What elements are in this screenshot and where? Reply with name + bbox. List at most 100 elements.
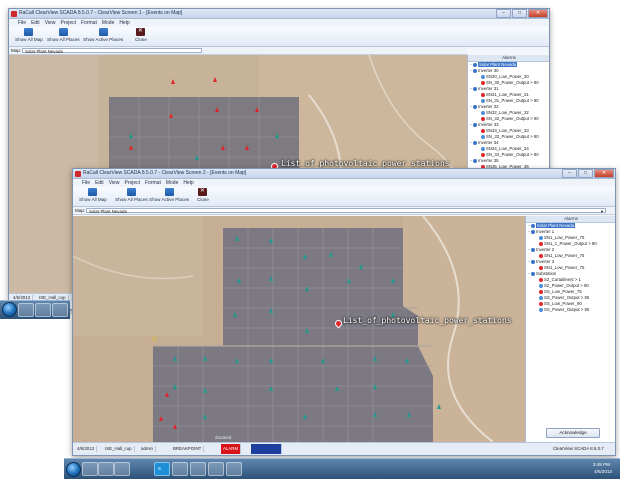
ok-marker[interactable] [269,276,273,281]
clock-time[interactable]: 3:45 PM [593,462,610,467]
menu-project[interactable]: Project [60,20,76,26]
status-alarm[interactable]: ALARM [221,444,242,454]
ok-marker[interactable] [437,404,441,409]
show-all-places-button[interactable]: Show All Places [115,188,148,202]
menu-format[interactable]: Format [145,180,161,186]
show-all-map-button[interactable]: Show All Map [15,28,43,42]
status-user2[interactable]: BREAKPOINT [171,446,205,452]
status-task[interactable]: ISE_Hall_cup [103,446,135,452]
ok-marker[interactable] [405,358,409,363]
ok-marker[interactable] [235,358,239,363]
show-active-places-button[interactable]: Show Active Places [83,28,123,42]
menu-file[interactable]: File [18,20,26,26]
menu-file[interactable]: File [82,180,90,186]
close-map-button[interactable]: Close [197,187,209,202]
maximize-button[interactable]: □ [512,9,527,18]
alarm-marker[interactable] [245,145,249,150]
ok-marker[interactable] [359,264,363,269]
ok-marker[interactable] [173,356,177,361]
taskbar-ie-button[interactable] [18,303,34,317]
front-titlebar[interactable]: RaCall ClearView SCADA 8.5.0.7 - ClearVi… [73,169,615,179]
ok-marker[interactable] [303,254,307,259]
menu-mode[interactable]: Mode [102,20,115,26]
menu-edit[interactable]: Edit [95,180,104,186]
alarm-marker[interactable] [169,113,173,118]
alarm-marker[interactable] [165,392,169,397]
ok-marker[interactable] [269,238,273,243]
ok-marker[interactable] [373,412,377,417]
taskbar-word-button[interactable] [172,462,188,476]
ok-marker[interactable] [321,358,325,363]
taskbar-scada-button[interactable] [226,462,242,476]
ok-marker[interactable] [129,133,133,138]
taskbar-explorer-button[interactable] [35,303,51,317]
taskbar-explorer-button[interactable] [98,462,114,476]
warning-icon[interactable]: ⚠ [151,336,159,344]
taskbar-ie-button[interactable] [82,462,98,476]
taskbar-app-button[interactable] [114,462,130,476]
front-map-canvas[interactable]: ⚠ List_of_photovoltaic_power_stations Zo… [73,216,525,442]
ok-marker[interactable] [233,312,237,317]
ok-marker[interactable] [269,308,273,313]
ok-marker[interactable] [203,356,207,361]
taskbar-skype-button[interactable]: S [154,462,170,476]
start-button[interactable] [2,302,17,317]
ok-marker[interactable] [407,412,411,417]
ok-marker[interactable] [373,356,377,361]
maximize-button[interactable]: □ [578,169,593,178]
ok-marker[interactable] [269,358,273,363]
ok-marker[interactable] [329,252,333,257]
acknowledge-button[interactable]: Acknowledge [546,428,600,438]
alarm-marker[interactable] [171,79,175,84]
ok-marker[interactable] [305,328,309,333]
ok-marker[interactable] [237,278,241,283]
alarm-marker[interactable] [255,107,259,112]
menu-project[interactable]: Project [124,180,140,186]
menu-help[interactable]: Help [119,20,129,26]
minimize-button[interactable]: – [562,169,577,178]
ok-marker[interactable] [195,155,199,160]
alarm-marker[interactable] [129,145,133,150]
ok-marker[interactable] [391,278,395,283]
show-all-map-button[interactable]: Show All Map [79,188,107,202]
menu-view[interactable]: View [45,20,56,26]
ok-marker[interactable] [173,384,177,389]
clock-date[interactable]: 4/6/2013 [594,469,612,474]
menu-view[interactable]: View [109,180,120,186]
taskbar-app-button[interactable] [52,303,68,317]
show-active-places-button[interactable]: Show Active Places [149,188,189,202]
alarm-marker[interactable] [173,424,177,429]
ok-marker[interactable] [347,278,351,283]
alarm-marker[interactable] [221,145,225,150]
taskbar-media-button[interactable] [208,462,224,476]
minimize-button[interactable]: – [496,9,511,18]
menu-edit[interactable]: Edit [31,20,40,26]
close-window-button[interactable]: ✕ [528,9,548,18]
ok-marker[interactable] [203,414,207,419]
start-button[interactable] [66,462,81,477]
menu-mode[interactable]: Mode [166,180,179,186]
show-all-places-button[interactable]: Show All Places [47,28,80,42]
chevron-down-icon[interactable]: ▼ [600,209,604,214]
menu-format[interactable]: Format [81,20,97,26]
ok-marker[interactable] [275,133,279,138]
tree-node[interactable]: SS_Power_Output > 90 [526,307,615,313]
ok-marker[interactable] [203,388,207,393]
ok-marker[interactable] [303,414,307,419]
ok-marker[interactable] [269,386,273,391]
status-user[interactable]: admin [139,446,156,452]
alarm-marker[interactable] [213,77,217,82]
alarm-marker[interactable] [215,107,219,112]
close-map-button[interactable]: Close [135,27,147,42]
ok-marker[interactable] [235,236,239,241]
back-titlebar[interactable]: RaCall ClearView SCADA 8.5.0.7 - ClearVi… [9,9,549,19]
map-select[interactable]: Solar Plant Nevada ▼ [86,207,606,214]
alarm-marker[interactable] [159,416,163,421]
menu-help[interactable]: Help [183,180,193,186]
close-window-button[interactable]: ✕ [594,169,614,178]
map-select[interactable]: Solar Plant Nevada [22,47,202,54]
ok-marker[interactable] [373,384,377,389]
ok-marker[interactable] [305,286,309,291]
taskbar-outlook-button[interactable] [190,462,206,476]
ok-marker[interactable] [335,386,339,391]
